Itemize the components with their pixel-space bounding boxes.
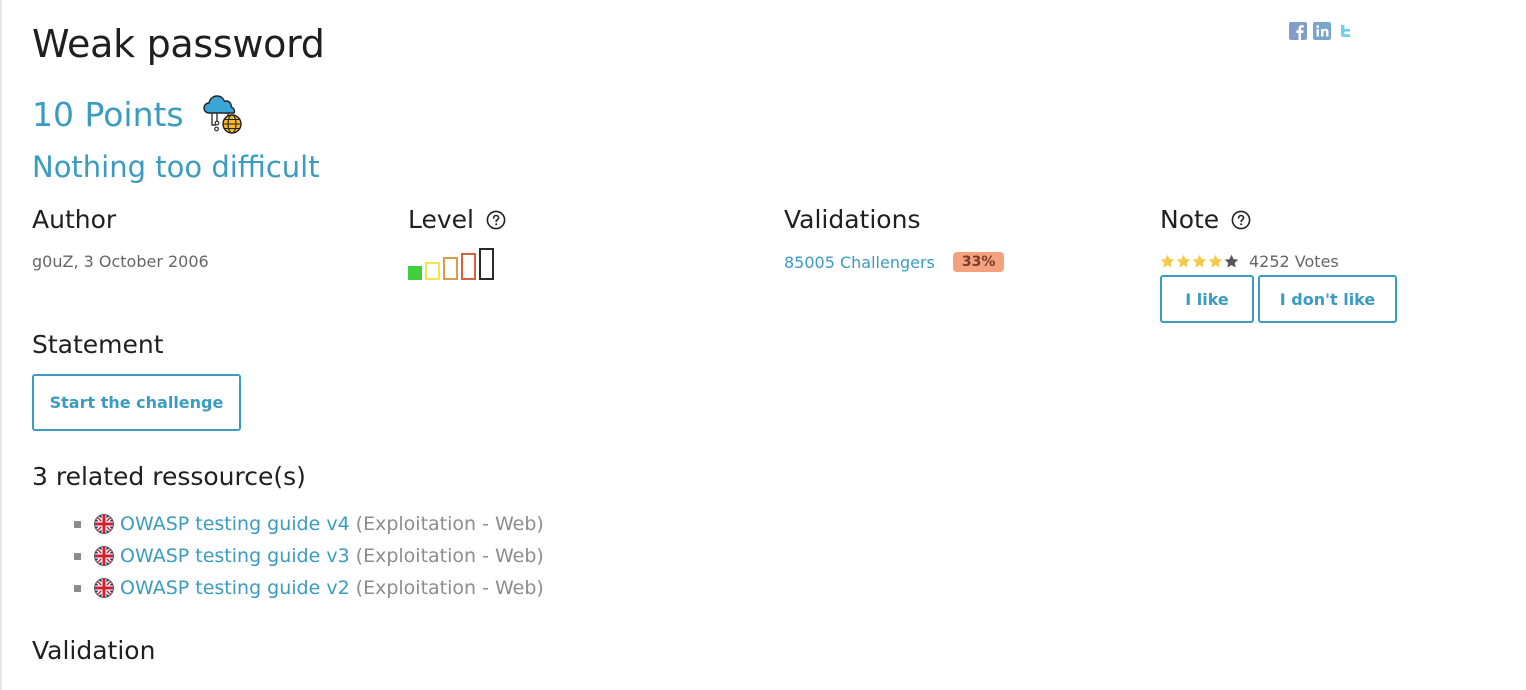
resources-heading: 3 related ressource(s) bbox=[32, 462, 306, 491]
uk-flag-icon bbox=[94, 514, 114, 534]
start-challenge-button[interactable]: Start the challenge bbox=[32, 374, 241, 431]
resource-link[interactable]: OWASP testing guide v3 bbox=[120, 545, 350, 567]
bullet-icon bbox=[74, 520, 81, 528]
level-bar bbox=[479, 248, 494, 280]
list-item: OWASP testing guide v2 (Exploitation - W… bbox=[74, 572, 544, 604]
resources-list: OWASP testing guide v4 (Exploitation - W… bbox=[74, 508, 544, 604]
help-icon[interactable] bbox=[486, 210, 506, 230]
facebook-icon[interactable] bbox=[1289, 22, 1307, 40]
validations-section: Validations 85005 Challengers 33% bbox=[784, 205, 1005, 272]
validations-heading: Validations bbox=[784, 205, 921, 234]
level-bar bbox=[461, 252, 476, 280]
resource-category: (Exploitation - Web) bbox=[355, 513, 544, 535]
success-rate-badge: 33% bbox=[952, 252, 1005, 272]
uk-flag-icon bbox=[94, 578, 114, 598]
list-item: OWASP testing guide v4 (Exploitation - W… bbox=[74, 508, 544, 540]
resource-link[interactable]: OWASP testing guide v4 bbox=[120, 513, 350, 535]
level-section: Level bbox=[408, 205, 506, 280]
rating-line: 4252 Votes bbox=[1160, 252, 1397, 271]
author-heading: Author bbox=[32, 205, 117, 234]
author-section: Author g0uZ, 3 October 2006 bbox=[32, 205, 209, 271]
twitter-icon[interactable] bbox=[1337, 22, 1355, 40]
star-icon bbox=[1224, 254, 1239, 268]
vote-buttons: I like I don't like bbox=[1160, 275, 1397, 323]
votes-count: 4252 Votes bbox=[1249, 252, 1339, 271]
star-icon bbox=[1192, 254, 1207, 268]
level-bar bbox=[408, 266, 422, 280]
star-icon bbox=[1160, 254, 1175, 268]
difficulty-subtitle: Nothing too difficult bbox=[32, 150, 320, 184]
star-rating bbox=[1160, 254, 1239, 269]
author-info: g0uZ, 3 October 2006 bbox=[32, 252, 209, 271]
validation-heading: Validation bbox=[32, 636, 156, 665]
linkedin-icon[interactable] bbox=[1313, 22, 1331, 40]
note-section: Note 4252 Votes I like I don't like bbox=[1160, 205, 1397, 323]
challengers-link[interactable]: 85005 Challengers bbox=[784, 253, 935, 272]
resource-link[interactable]: OWASP testing guide v2 bbox=[120, 577, 350, 599]
resource-category: (Exploitation - Web) bbox=[355, 545, 544, 567]
level-indicator bbox=[408, 246, 506, 280]
star-icon bbox=[1208, 254, 1223, 268]
points-row: 10 Points bbox=[32, 92, 246, 136]
star-icon bbox=[1176, 254, 1191, 268]
note-heading: Note bbox=[1160, 205, 1397, 234]
dislike-button[interactable]: I don't like bbox=[1258, 275, 1397, 323]
help-icon[interactable] bbox=[1231, 210, 1251, 230]
level-bar bbox=[425, 261, 440, 280]
cloud-network-icon bbox=[202, 95, 242, 134]
points-value: 10 Points bbox=[32, 94, 184, 134]
validations-info: 85005 Challengers 33% bbox=[784, 252, 1005, 272]
level-heading: Level bbox=[408, 205, 506, 234]
social-share bbox=[1289, 22, 1355, 40]
page-title: Weak password bbox=[32, 22, 325, 66]
like-button[interactable]: I like bbox=[1160, 275, 1254, 323]
bullet-icon bbox=[74, 552, 81, 560]
bullet-icon bbox=[74, 584, 81, 592]
level-bar bbox=[443, 257, 458, 280]
uk-flag-icon bbox=[94, 546, 114, 566]
list-item: OWASP testing guide v3 (Exploitation - W… bbox=[74, 540, 544, 572]
statement-heading: Statement bbox=[32, 330, 164, 359]
resource-category: (Exploitation - Web) bbox=[355, 577, 544, 599]
